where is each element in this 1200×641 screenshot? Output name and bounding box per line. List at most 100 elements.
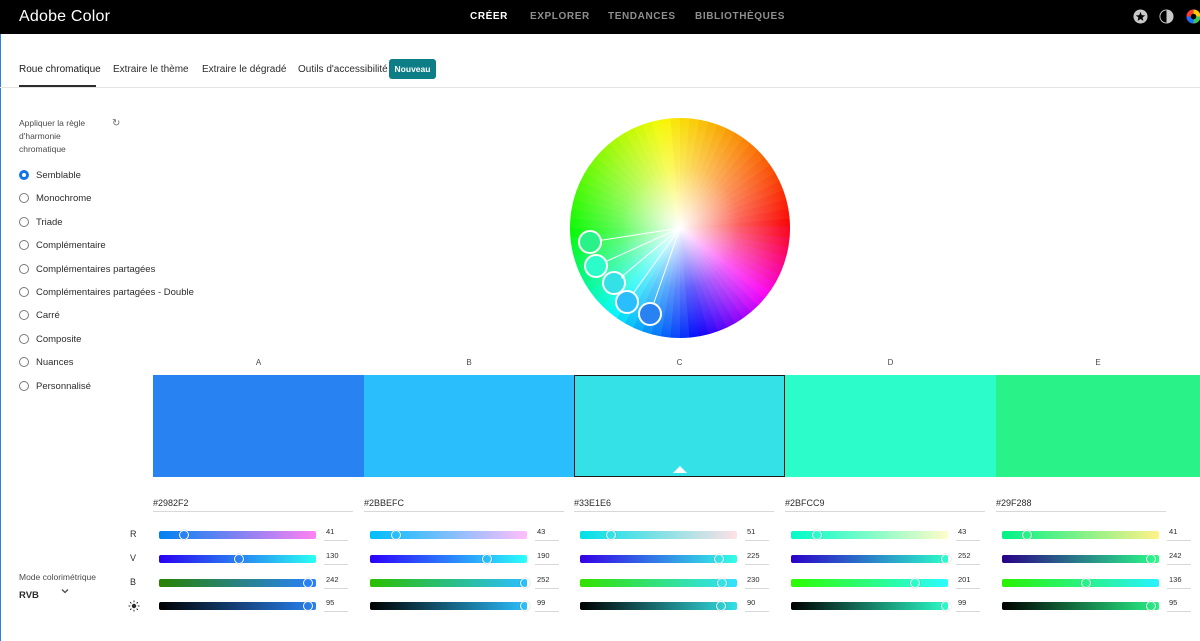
radio-button[interactable] <box>19 170 29 180</box>
channel-slider[interactable] <box>159 578 316 588</box>
wheel-handle[interactable] <box>638 302 662 326</box>
harmony-option[interactable]: Complémentaires partagées <box>19 262 155 276</box>
channel-value-input[interactable]: 230 <box>747 575 760 584</box>
channel-slider[interactable] <box>791 530 948 540</box>
channel-slider[interactable] <box>791 601 952 611</box>
harmony-option[interactable]: Nuances <box>19 355 74 369</box>
slider-knob[interactable] <box>302 578 313 588</box>
slider-knob[interactable] <box>1145 554 1156 564</box>
slider-knob[interactable] <box>716 601 727 611</box>
radio-button[interactable] <box>19 240 29 250</box>
channel-slider[interactable] <box>791 554 952 564</box>
channel-slider[interactable] <box>370 554 527 564</box>
hex-input[interactable]: #33E1E6 <box>574 498 611 508</box>
new-badge[interactable]: Nouveau <box>389 59 436 79</box>
hex-input[interactable]: #2BBEFC <box>364 498 404 508</box>
radio-button[interactable] <box>19 287 29 297</box>
tab-roue-chromatique[interactable]: Roue chromatique <box>19 64 101 75</box>
contrast-icon[interactable] <box>1159 9 1174 24</box>
color-swatch[interactable] <box>153 375 364 477</box>
channel-slider[interactable] <box>159 530 316 540</box>
refresh-icon[interactable]: ↻ <box>112 118 120 129</box>
nav-bibliotheques[interactable]: BIBLIOTHÈQUES <box>695 11 785 22</box>
slider-knob[interactable] <box>606 530 617 540</box>
channel-value-input[interactable]: 95 <box>1169 598 1177 607</box>
harmony-option[interactable]: Composite <box>19 332 81 346</box>
hex-input[interactable]: #2BFCC9 <box>785 498 825 508</box>
channel-value-input[interactable]: 41 <box>1169 527 1177 536</box>
channel-value-input[interactable]: 99 <box>537 598 545 607</box>
radio-button[interactable] <box>19 310 29 320</box>
slider-knob[interactable] <box>941 601 952 611</box>
app-title[interactable]: Adobe Color <box>19 8 110 26</box>
harmony-option[interactable]: Monochrome <box>19 191 91 205</box>
radio-button[interactable] <box>19 193 29 203</box>
channel-slider[interactable] <box>370 530 527 540</box>
channel-value-input[interactable]: 225 <box>747 551 760 560</box>
slider-knob[interactable] <box>713 554 724 564</box>
slider-knob[interactable] <box>909 578 920 588</box>
channel-slider[interactable] <box>1002 601 1159 611</box>
channel-slider[interactable] <box>580 530 737 540</box>
color-swatch[interactable] <box>574 375 785 477</box>
channel-value-input[interactable]: 242 <box>326 575 339 584</box>
wheel-handle[interactable] <box>584 254 608 278</box>
slider-knob[interactable] <box>234 554 245 564</box>
channel-slider[interactable] <box>580 601 737 611</box>
channel-value-input[interactable]: 201 <box>958 575 971 584</box>
radio-button[interactable] <box>19 334 29 344</box>
nav-explorer[interactable]: EXPLORER <box>530 11 590 22</box>
harmony-option[interactable]: Personnalisé <box>19 379 91 393</box>
channel-slider[interactable] <box>580 578 737 588</box>
color-swatch[interactable] <box>364 375 574 477</box>
slider-knob[interactable] <box>520 578 531 588</box>
slider-knob[interactable] <box>179 530 190 540</box>
channel-slider[interactable] <box>1002 578 1159 588</box>
color-mode-select[interactable]: RVB <box>19 590 39 601</box>
slider-knob[interactable] <box>520 601 531 611</box>
channel-slider[interactable] <box>1002 554 1159 564</box>
color-wheel-icon[interactable] <box>1186 9 1200 24</box>
channel-slider[interactable] <box>1002 530 1159 540</box>
harmony-option[interactable]: Complémentaires partagées - Double <box>19 285 194 299</box>
nav-tendances[interactable]: TENDANCES <box>608 11 676 22</box>
channel-value-input[interactable]: 95 <box>326 598 334 607</box>
channel-slider[interactable] <box>370 578 531 588</box>
slider-knob[interactable] <box>481 554 492 564</box>
tab-outils-accessibilite[interactable]: Outils d'accessibilité <box>298 64 388 75</box>
harmony-option[interactable]: Triade <box>19 215 63 229</box>
channel-slider[interactable] <box>370 601 531 611</box>
tab-extraire-degrade[interactable]: Extraire le dégradé <box>202 64 287 75</box>
channel-slider[interactable] <box>580 554 737 564</box>
tab-extraire-theme[interactable]: Extraire le thème <box>113 64 189 75</box>
chevron-down-icon[interactable] <box>60 586 70 596</box>
radio-button[interactable] <box>19 217 29 227</box>
radio-button[interactable] <box>19 264 29 274</box>
channel-slider[interactable] <box>791 578 948 588</box>
slider-knob[interactable] <box>1146 601 1157 611</box>
slider-knob[interactable] <box>812 530 823 540</box>
harmony-option[interactable]: Carré <box>19 308 60 322</box>
channel-value-input[interactable]: 51 <box>747 527 755 536</box>
slider-knob[interactable] <box>303 601 314 611</box>
slider-knob[interactable] <box>716 578 727 588</box>
slider-knob[interactable] <box>391 530 402 540</box>
channel-value-input[interactable]: 242 <box>1169 551 1182 560</box>
channel-value-input[interactable]: 90 <box>747 598 755 607</box>
nav-creer[interactable]: CRÉER <box>470 11 508 22</box>
slider-knob[interactable] <box>1080 578 1091 588</box>
channel-value-input[interactable]: 43 <box>958 527 966 536</box>
slider-knob[interactable] <box>1022 530 1033 540</box>
channel-value-input[interactable]: 252 <box>537 575 550 584</box>
channel-value-input[interactable]: 136 <box>1169 575 1182 584</box>
star-circle-icon[interactable] <box>1133 9 1148 24</box>
harmony-option[interactable]: Semblable <box>19 168 81 182</box>
hex-input[interactable]: #29F288 <box>996 498 1032 508</box>
channel-value-input[interactable]: 43 <box>537 527 545 536</box>
color-wheel[interactable] <box>570 118 790 338</box>
channel-slider[interactable] <box>159 554 316 564</box>
slider-knob[interactable] <box>941 554 952 564</box>
channel-value-input[interactable]: 41 <box>326 527 334 536</box>
color-swatch[interactable] <box>996 375 1200 477</box>
radio-button[interactable] <box>19 381 29 391</box>
